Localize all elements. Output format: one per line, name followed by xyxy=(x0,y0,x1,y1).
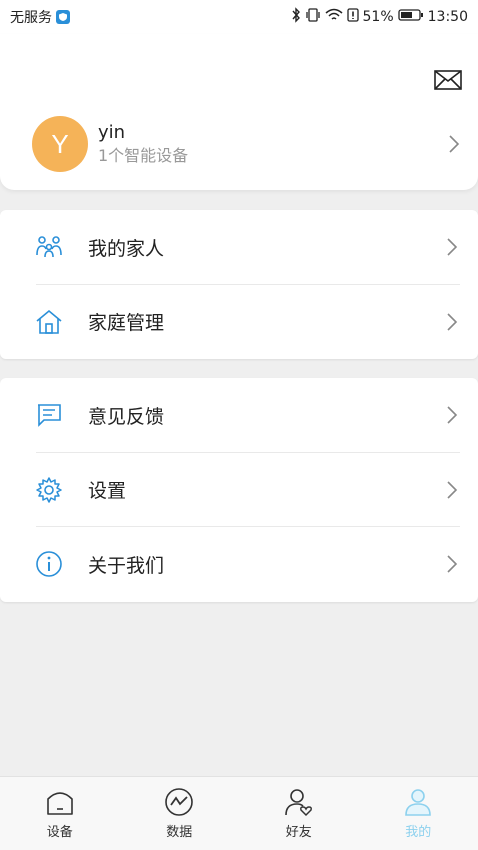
menu-item-label: 意见反馈 xyxy=(88,405,165,428)
bottom-tab-bar: 设备 数据 好友 我的 xyxy=(0,776,478,850)
menu-item-label: 关于我们 xyxy=(88,554,165,577)
person-icon xyxy=(405,789,432,816)
profile-row[interactable]: Y yin 1个智能设备 xyxy=(32,116,462,172)
menu-item-label: 我的家人 xyxy=(88,237,165,260)
battery-percent: 51% xyxy=(362,9,394,25)
chevron-right-icon xyxy=(446,311,460,333)
profile-name: yin xyxy=(98,122,126,143)
tab-mine[interactable]: 我的 xyxy=(359,777,478,850)
status-bar: 无服务 51% 13:50 xyxy=(0,0,478,34)
tab-label: 设备 xyxy=(46,825,73,840)
vibrate-icon xyxy=(305,8,321,26)
avatar: Y xyxy=(32,116,88,172)
wifi-icon xyxy=(325,8,343,26)
carrier-text: 无服务 xyxy=(10,10,52,26)
mail-button[interactable] xyxy=(434,68,462,92)
family-icon xyxy=(34,232,64,262)
menu-item-label: 家庭管理 xyxy=(88,312,165,335)
menu-item-settings[interactable]: 设置 xyxy=(0,453,478,527)
friends-icon xyxy=(284,789,312,817)
tab-label: 好友 xyxy=(285,825,312,840)
feedback-icon xyxy=(34,400,64,430)
chevron-right-icon xyxy=(446,236,460,258)
tab-devices[interactable]: 设备 xyxy=(0,777,120,850)
chevron-right-icon xyxy=(448,133,462,155)
menu-item-feedback[interactable]: 意见反馈 xyxy=(0,378,478,453)
tab-data[interactable]: 数据 xyxy=(120,777,240,850)
menu-card-family: 我的家人 家庭管理 xyxy=(0,210,478,359)
chevron-right-icon xyxy=(446,553,460,575)
tab-label: 数据 xyxy=(166,825,193,840)
menu-item-about-us[interactable]: 关于我们 xyxy=(0,527,478,602)
tab-label: 我的 xyxy=(405,825,432,840)
menu-item-my-family[interactable]: 我的家人 xyxy=(0,210,478,285)
profile-header: Y yin 1个智能设备 xyxy=(0,34,478,190)
tab-friends[interactable]: 好友 xyxy=(239,777,359,850)
battery-icon xyxy=(397,8,424,26)
bluetooth-icon xyxy=(291,7,301,27)
menu-item-home-management[interactable]: 家庭管理 xyxy=(0,285,478,360)
envelope-icon xyxy=(434,70,462,90)
alert-sim-icon xyxy=(346,8,359,26)
device-icon xyxy=(46,792,73,815)
gear-icon xyxy=(34,475,64,505)
home-icon xyxy=(34,307,64,337)
clock-time: 13:50 xyxy=(427,9,468,25)
chevron-right-icon xyxy=(446,404,460,426)
profile-device-count: 1个智能设备 xyxy=(98,146,189,165)
chevron-right-icon xyxy=(446,479,460,501)
menu-item-label: 设置 xyxy=(88,480,127,503)
chart-icon xyxy=(165,788,194,816)
info-icon xyxy=(34,549,64,579)
security-shield-icon xyxy=(56,10,70,24)
menu-card-misc: 意见反馈 设置 关于我们 xyxy=(0,378,478,602)
